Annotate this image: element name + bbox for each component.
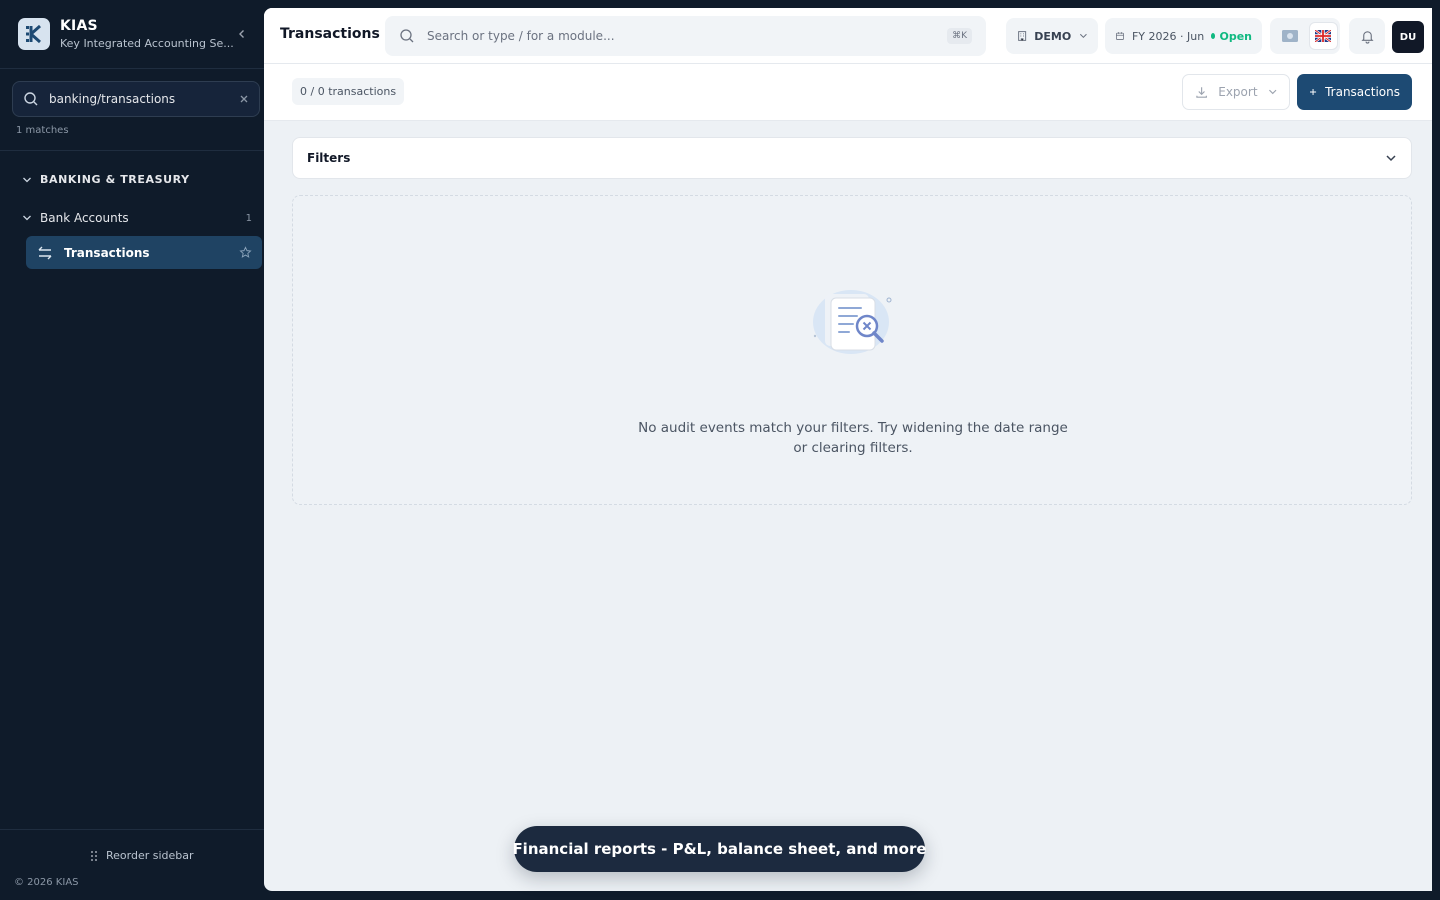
chevron-down-icon	[1385, 152, 1397, 164]
empty-search-illustration	[813, 290, 892, 354]
search-icon	[24, 92, 38, 106]
new-transaction-label: Transactions	[1325, 85, 1400, 99]
sidebar-search-input[interactable]	[49, 92, 219, 106]
shortcut-hint: ⌘K	[947, 28, 972, 44]
company-selector[interactable]: DEMO	[1006, 18, 1098, 54]
transfer-icon	[38, 246, 52, 259]
sidebar-search[interactable]	[12, 81, 260, 117]
reorder-sidebar-button[interactable]: Reorder sidebar	[90, 849, 194, 862]
export-button[interactable]: Export	[1182, 74, 1290, 110]
plus-icon	[1310, 88, 1317, 96]
top-bar: Transactions ⌘K DEMO FY 2026 · Jun Open	[264, 8, 1432, 64]
logo-icon	[18, 18, 50, 50]
app-subtitle: Key Integrated Accounting Se...	[60, 37, 234, 50]
chevron-down-icon	[23, 215, 31, 221]
favorite-button[interactable]	[239, 246, 252, 259]
chevron-left-icon	[239, 30, 244, 38]
clear-search-button[interactable]	[239, 94, 249, 104]
copyright: © 2026 KIAS	[14, 877, 79, 888]
global-search-input[interactable]	[427, 29, 907, 43]
flag-icon	[1315, 30, 1332, 42]
divider	[0, 829, 264, 830]
close-icon	[240, 95, 248, 103]
fiscal-period: FY 2026 · Jun	[1131, 29, 1205, 43]
user-avatar[interactable]: DU	[1392, 21, 1424, 53]
app-name: KIAS	[60, 18, 98, 34]
nav-group-bank-accounts[interactable]: Bank Accounts 1	[22, 211, 252, 225]
grip-icon	[91, 850, 97, 861]
search-match-count: 1 matches	[16, 125, 69, 136]
building-icon	[1018, 31, 1027, 41]
search-icon	[400, 29, 414, 43]
divider	[0, 150, 264, 151]
nav-section-label: BANKING & TREASURY	[40, 173, 190, 186]
download-icon	[1196, 87, 1207, 98]
brand[interactable]: KIAS Key Integrated Accounting Se...	[18, 18, 234, 50]
nav-section-banking[interactable]: BANKING & TREASURY	[22, 173, 190, 186]
status-dot	[1211, 33, 1216, 39]
toast-notification[interactable]: Financial reports - P&L, balance sheet, …	[512, 826, 927, 872]
empty-state: No audit events match your filters. Try …	[292, 195, 1412, 505]
bell-icon	[1360, 30, 1374, 44]
calendar-icon	[1116, 32, 1124, 40]
reorder-label: Reorder sidebar	[106, 849, 194, 862]
collapse-sidebar-button[interactable]	[234, 26, 250, 42]
new-transaction-button[interactable]: Transactions	[1297, 74, 1412, 110]
flag-icon	[1282, 30, 1299, 42]
star-icon	[239, 246, 252, 258]
filters-panel-toggle[interactable]: Filters	[292, 137, 1412, 179]
nav-group-count: 1	[245, 212, 252, 224]
export-label: Export	[1218, 85, 1258, 99]
divider	[0, 68, 264, 69]
notifications-button[interactable]	[1349, 18, 1385, 54]
period-status: Open	[1219, 29, 1252, 43]
language-option-local[interactable]	[1276, 22, 1305, 50]
sidebar-item-transactions[interactable]: Transactions	[26, 236, 262, 269]
sidebar-item-label: Transactions	[64, 245, 150, 260]
main-panel: Transactions ⌘K DEMO FY 2026 · Jun Open	[264, 8, 1432, 891]
language-option-english[interactable]	[1308, 22, 1338, 50]
page-title: Transactions	[280, 26, 380, 42]
company-name: DEMO	[1034, 29, 1072, 43]
language-switcher	[1270, 18, 1340, 54]
sidebar: KIAS Key Integrated Accounting Se... 1 m…	[0, 0, 264, 900]
chevron-down-icon	[1080, 33, 1088, 39]
page-toolbar: 0 / 0 transactions Export Transactions	[264, 64, 1432, 121]
chevron-down-icon	[1268, 89, 1276, 95]
nav-group-label: Bank Accounts	[40, 211, 129, 225]
filters-label: Filters	[307, 151, 351, 165]
period-selector[interactable]: FY 2026 · Jun Open	[1105, 18, 1262, 54]
global-search[interactable]: ⌘K	[385, 16, 986, 56]
chevron-down-icon	[23, 177, 31, 182]
transaction-count-badge: 0 / 0 transactions	[292, 78, 405, 105]
empty-state-message: No audit events match your filters. Try …	[638, 420, 1068, 456]
